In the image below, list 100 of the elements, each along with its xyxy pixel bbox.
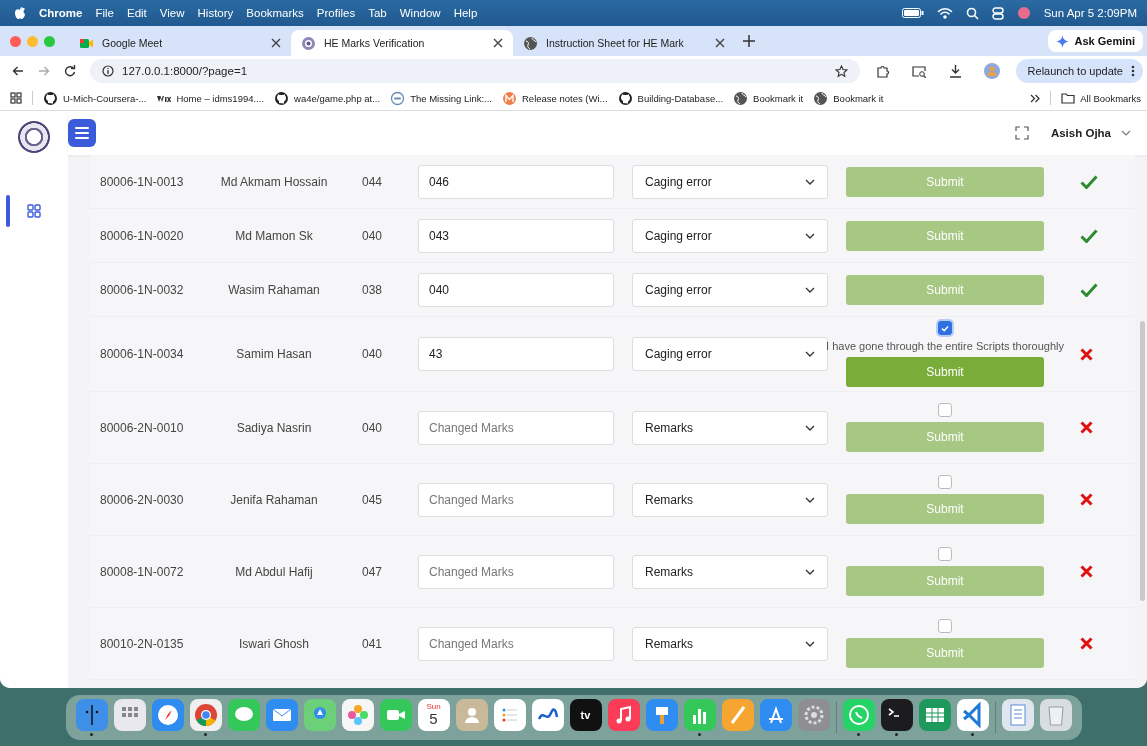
menu-item[interactable]: Tab xyxy=(368,7,387,19)
bookmark[interactable]: Home – idms1994.... xyxy=(156,90,265,106)
chevrons-icon[interactable] xyxy=(1030,93,1041,103)
menu-item[interactable]: Profiles xyxy=(316,7,356,19)
list-icon[interactable] xyxy=(493,698,526,731)
tv-icon[interactable]: tv xyxy=(569,698,602,731)
podium-icon[interactable] xyxy=(645,698,678,731)
confirm-checkbox[interactable] xyxy=(938,547,952,561)
code-editor-icon[interactable] xyxy=(956,698,989,731)
menu-item[interactable]: View xyxy=(159,7,185,19)
avatar-icon[interactable] xyxy=(983,63,1000,79)
scrollbar[interactable] xyxy=(1140,321,1145,601)
menu-icon[interactable] xyxy=(68,119,96,147)
info-icon[interactable] xyxy=(102,65,114,77)
grid-icon[interactable] xyxy=(26,203,42,219)
changed-marks-field[interactable]: 040 xyxy=(418,272,614,307)
menu-item[interactable]: Bookmarks xyxy=(246,7,304,19)
changed-marks-field[interactable]: Changed Marks xyxy=(418,410,614,445)
browser-tab[interactable]: Instruction Sheet for HE Mark xyxy=(513,30,735,56)
fullscreen-icon[interactable] xyxy=(1014,126,1029,140)
grid-icon[interactable] xyxy=(113,698,146,731)
bookmark[interactable]: Release notes (Wi... xyxy=(502,90,608,106)
ask-gemini-button[interactable]: Ask Gemini xyxy=(1048,30,1143,52)
menu-item[interactable]: History xyxy=(197,7,234,19)
download-icon[interactable] xyxy=(948,64,962,78)
confirm-checkbox[interactable] xyxy=(938,321,952,335)
video-camera-icon[interactable] xyxy=(379,698,412,731)
changed-marks-field[interactable]: 43 xyxy=(418,337,614,371)
spreadsheet-icon[interactable] xyxy=(918,698,951,731)
star-icon[interactable] xyxy=(834,64,848,78)
phone-bubble-icon[interactable] xyxy=(842,698,875,731)
all-bookmarks[interactable]: All Bookmarks xyxy=(1061,92,1141,104)
menu-item[interactable]: Window xyxy=(399,7,441,19)
close-icon[interactable] xyxy=(493,38,503,48)
browser-tab[interactable]: Google Meet xyxy=(69,30,291,56)
remarks-select[interactable]: Caging error xyxy=(632,272,828,307)
close-icon[interactable] xyxy=(271,38,281,48)
flower-icon[interactable] xyxy=(341,698,374,731)
remarks-select[interactable]: Caging error xyxy=(632,218,828,253)
confirm-checkbox[interactable] xyxy=(938,619,952,633)
close-icon[interactable] xyxy=(715,38,725,48)
new-tab-icon[interactable] xyxy=(743,35,755,47)
user-menu[interactable]: Asish Ojha xyxy=(1050,127,1131,139)
menu-item[interactable]: Chrome xyxy=(39,7,83,19)
remarks-select[interactable]: Remarks xyxy=(632,410,828,445)
changed-marks-field[interactable]: Changed Marks xyxy=(418,482,614,517)
remarks-select[interactable]: Remarks xyxy=(632,482,828,517)
confirm-checkbox[interactable] xyxy=(938,403,952,417)
toggles-icon[interactable] xyxy=(991,6,1004,20)
browser-tab[interactable]: HE Marks Verification xyxy=(291,30,513,56)
a-letter-shape-icon[interactable] xyxy=(759,698,792,731)
wifi-icon[interactable] xyxy=(936,7,953,19)
menu-item[interactable]: Help xyxy=(453,7,478,19)
reload-icon[interactable] xyxy=(64,65,76,77)
bar-chart-icon[interactable] xyxy=(683,698,716,731)
remarks-select[interactable]: Remarks xyxy=(632,554,828,589)
trash-can-icon[interactable] xyxy=(1039,698,1072,731)
address-bar[interactable]: 127.0.0.1:8000/?page=1 xyxy=(90,59,860,83)
bookmark[interactable]: Building-Database... xyxy=(617,90,724,106)
prompt-icon[interactable] xyxy=(880,698,913,731)
bookmark[interactable]: Bookmark it xyxy=(733,90,804,106)
speech-bubble-icon[interactable] xyxy=(227,698,260,731)
changed-marks-field[interactable]: Changed Marks xyxy=(418,554,614,589)
changed-marks-field[interactable]: 043 xyxy=(418,218,614,253)
remarks-select[interactable]: Remarks xyxy=(632,626,828,661)
bookmark[interactable]: The Missing Link:... xyxy=(390,90,492,106)
back-icon[interactable] xyxy=(12,65,24,77)
music-note-icon[interactable] xyxy=(607,698,640,731)
calendar-icon[interactable]: Sun 5 xyxy=(417,698,450,731)
battery-icon[interactable] xyxy=(901,8,924,18)
screen-search-icon[interactable] xyxy=(911,64,927,78)
confirm-checkbox[interactable] xyxy=(938,475,952,489)
window-control[interactable] xyxy=(10,35,21,47)
bookmark[interactable]: Bookmark it xyxy=(813,90,884,106)
scribble-icon[interactable] xyxy=(531,698,564,731)
bookmark[interactable]: U-Mich-Coursera-... xyxy=(43,90,147,106)
documents-icon[interactable] xyxy=(1001,698,1034,731)
github-logo-icon xyxy=(617,90,633,106)
bookmark[interactable]: wa4e/game.php at... xyxy=(274,90,381,106)
relaunch-button[interactable]: Relaunch to update xyxy=(1015,59,1143,83)
face-icon[interactable] xyxy=(75,698,108,731)
apps-grid-icon[interactable] xyxy=(10,92,22,104)
menu-item[interactable]: Edit xyxy=(127,7,147,19)
gear-icon[interactable] xyxy=(797,698,830,731)
changed-marks-field[interactable]: Changed Marks xyxy=(418,626,614,661)
person-silhouette-icon[interactable] xyxy=(455,698,488,731)
colorful-circle-icon[interactable] xyxy=(1016,6,1031,20)
window-control[interactable] xyxy=(44,35,55,47)
changed-marks-field[interactable]: 046 xyxy=(418,164,614,199)
apple-logo-icon[interactable] xyxy=(14,6,26,20)
menu-item[interactable]: File xyxy=(95,7,114,19)
chrome-logo-icon[interactable] xyxy=(189,698,222,731)
forward-icon[interactable] xyxy=(38,65,50,77)
search-icon[interactable] xyxy=(965,6,979,20)
compass-icon[interactable] xyxy=(151,698,184,731)
pencil-icon[interactable] xyxy=(721,698,754,731)
map-pin-icon[interactable] xyxy=(303,698,336,731)
envelope-icon[interactable] xyxy=(265,698,298,731)
puzzle-icon[interactable] xyxy=(875,64,890,78)
remarks-select[interactable]: Caging error xyxy=(632,164,828,199)
